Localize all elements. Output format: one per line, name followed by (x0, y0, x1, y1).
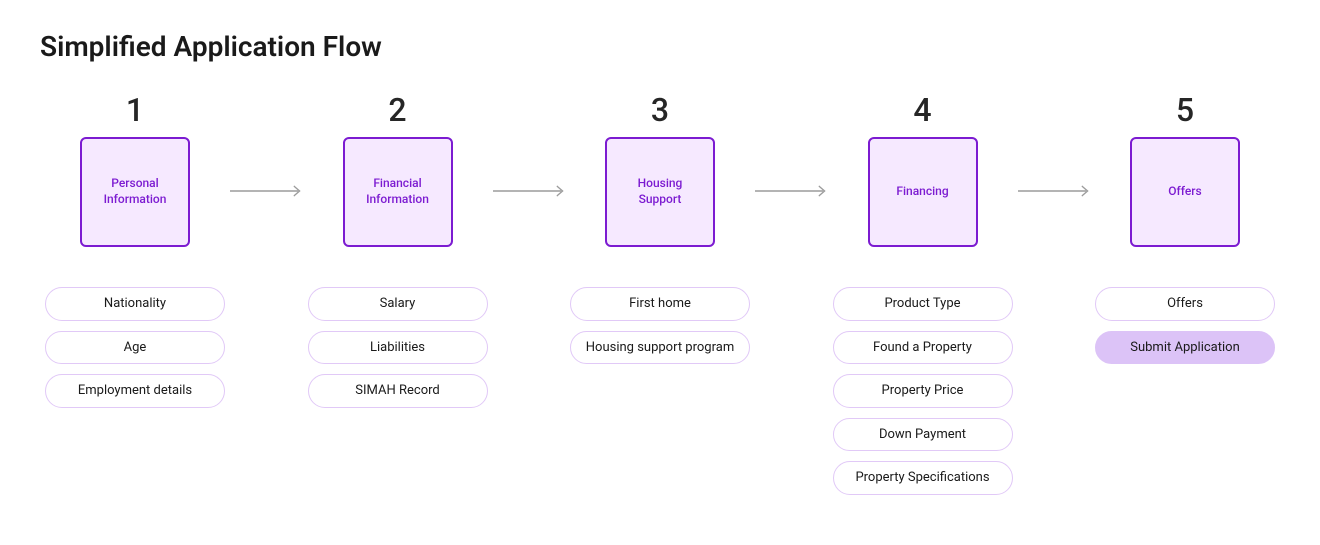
step-box: Offers (1130, 137, 1240, 247)
arrow-right-icon (1018, 185, 1091, 197)
detail-pill: Liabilities (308, 331, 488, 365)
step-box: Financing (868, 137, 978, 247)
detail-col-5: Offers Submit Application (1090, 287, 1280, 495)
detail-col-1: Nationality Age Employment details (40, 287, 230, 495)
step-box: Personal Information (80, 137, 190, 247)
detail-pill: SIMAH Record (308, 374, 488, 408)
arrow-right-icon (230, 185, 303, 197)
arrow-2 (493, 141, 566, 197)
step-box-label: Financing (896, 184, 948, 200)
detail-col-2: Salary Liabilities SIMAH Record (303, 287, 493, 495)
arrow-right-icon (493, 185, 566, 197)
detail-pill: Offers (1095, 287, 1275, 321)
detail-pill: Housing support program (570, 331, 750, 365)
detail-pill: Employment details (45, 374, 225, 408)
step-box-label: Offers (1168, 184, 1201, 200)
step-number: 3 (651, 91, 669, 129)
arrow-3 (755, 141, 828, 197)
detail-pill: Salary (308, 287, 488, 321)
step-1: 1 Personal Information (40, 91, 230, 247)
details-row: Nationality Age Employment details Salar… (40, 287, 1280, 495)
step-box-label: Housing Support (615, 176, 705, 207)
step-box: Housing Support (605, 137, 715, 247)
step-5: 5 Offers (1090, 91, 1280, 247)
step-number: 2 (388, 91, 406, 129)
detail-col-4: Product Type Found a Property Property P… (828, 287, 1018, 495)
detail-pill: Product Type (833, 287, 1013, 321)
step-2: 2 Financial Information (303, 91, 493, 247)
detail-pill: First home (570, 287, 750, 321)
detail-pill: Down Payment (833, 418, 1013, 452)
detail-pill: Found a Property (833, 331, 1013, 365)
page-title: Simplified Application Flow (40, 30, 1280, 63)
step-number: 4 (913, 91, 931, 129)
step-number: 5 (1176, 91, 1194, 129)
step-4: 4 Financing (828, 91, 1018, 247)
detail-col-3: First home Housing support program (565, 287, 755, 495)
step-box-label: Financial Information (353, 176, 443, 207)
arrow-right-icon (755, 185, 828, 197)
step-number: 1 (126, 91, 144, 129)
step-box-label: Personal Information (90, 176, 180, 207)
step-box: Financial Information (343, 137, 453, 247)
arrow-1 (230, 141, 303, 197)
detail-pill: Property Specifications (833, 461, 1013, 495)
detail-pill: Property Price (833, 374, 1013, 408)
flow-steps-row: 1 Personal Information 2 Financial Infor… (40, 91, 1280, 247)
step-3: 3 Housing Support (565, 91, 755, 247)
detail-pill: Age (45, 331, 225, 365)
detail-pill-submit: Submit Application (1095, 331, 1275, 365)
arrow-4 (1018, 141, 1091, 197)
detail-pill: Nationality (45, 287, 225, 321)
